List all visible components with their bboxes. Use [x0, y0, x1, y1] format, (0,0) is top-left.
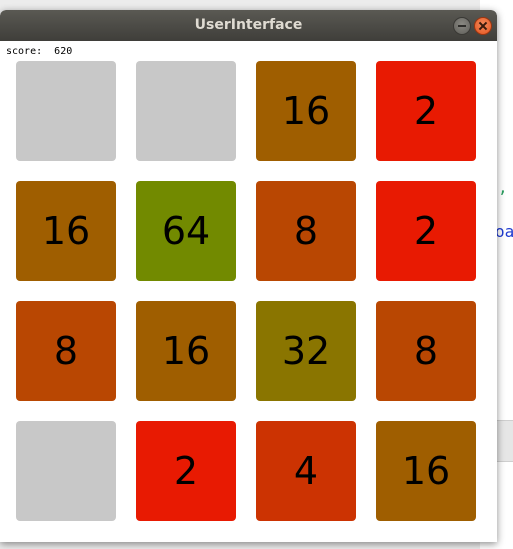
game-window: UserInterface score: 620 16 2 16 64 8 2 8 16 32 8… [0, 10, 497, 542]
tile: 16 [376, 421, 476, 521]
tile: 4 [256, 421, 356, 521]
empty-tile [136, 61, 236, 161]
tile: 16 [256, 61, 356, 161]
empty-tile [16, 61, 116, 161]
background-text: , [498, 178, 508, 197]
score-display: score: 620 [6, 46, 72, 57]
tile: 32 [256, 301, 356, 401]
tile: 16 [16, 181, 116, 281]
score-label: score: [6, 46, 43, 57]
tile: 16 [136, 301, 236, 401]
tile: 64 [136, 181, 236, 281]
tile: 8 [376, 301, 476, 401]
tile: 2 [136, 421, 236, 521]
tile: 2 [376, 61, 476, 161]
close-button[interactable] [474, 17, 492, 35]
score-value: 620 [54, 46, 73, 57]
window-title: UserInterface [194, 17, 303, 33]
tile: 8 [256, 181, 356, 281]
background-editor-strip [497, 420, 513, 462]
tile: 8 [16, 301, 116, 401]
empty-tile [16, 421, 116, 521]
minimize-button[interactable] [453, 17, 471, 35]
tile: 2 [376, 181, 476, 281]
background-text: oa [495, 222, 513, 241]
title-bar[interactable]: UserInterface [0, 10, 497, 41]
game-board[interactable]: 16 2 16 64 8 2 8 16 32 8 2 4 16 [16, 61, 476, 521]
